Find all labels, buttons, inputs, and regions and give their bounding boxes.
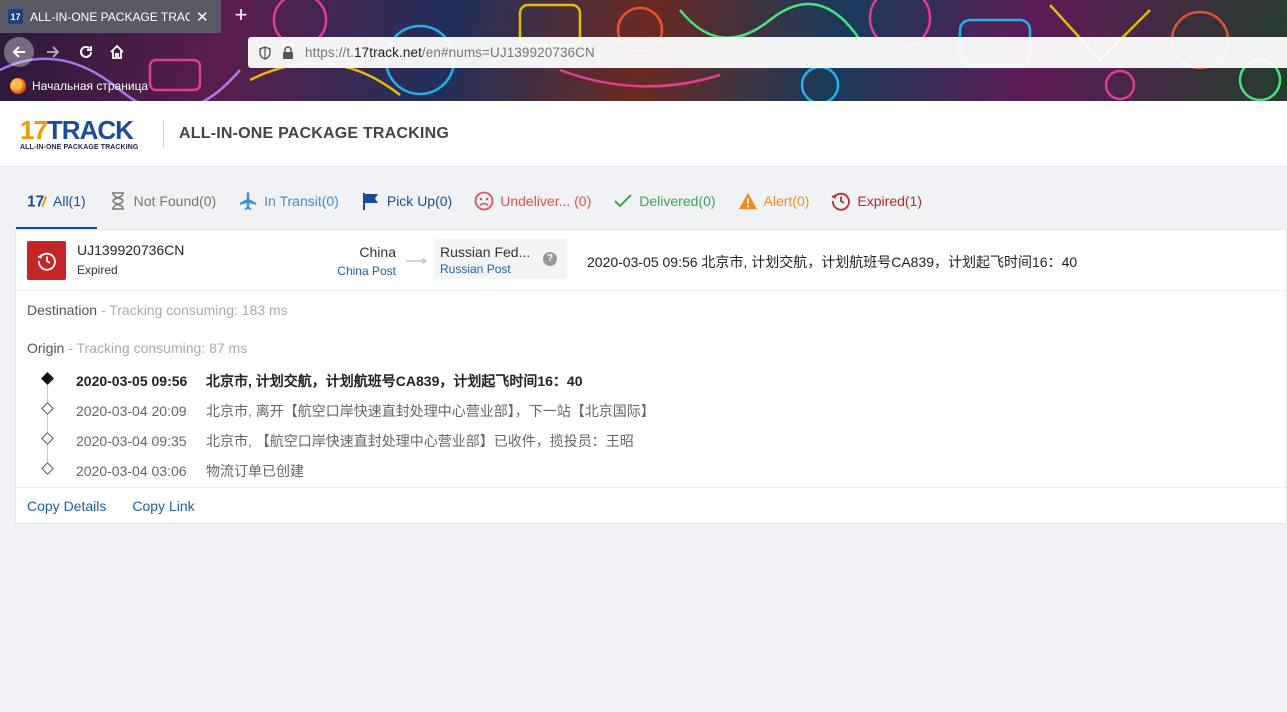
- lock-icon[interactable]: [282, 46, 294, 59]
- warning-icon: [738, 191, 758, 211]
- tab-alert[interactable]: Alert(0): [727, 172, 821, 229]
- page-title: ALL-IN-ONE PACKAGE TRACKING: [179, 125, 449, 142]
- tracking-number[interactable]: UJ139920736CN: [77, 242, 184, 258]
- bookmark-home-page[interactable]: Начальная страница: [32, 79, 148, 93]
- airplane-icon: [238, 191, 258, 211]
- tracking-summary-row[interactable]: UJ139920736CN Expired China China Post R…: [16, 230, 1287, 291]
- event-timeline: 2020-03-05 09:56 北京市, 计划交航，计划航班号CA839，计划…: [16, 366, 1287, 486]
- origin-info: China China Post: [316, 244, 396, 278]
- back-button[interactable]: [4, 37, 34, 67]
- timeline-dot-icon: [41, 372, 54, 385]
- origin-label: Origin: [27, 340, 65, 356]
- tab-title: ALL-IN-ONE PACKAGE TRACK: [30, 9, 190, 24]
- card-actions: Copy Details Copy Link: [16, 487, 1286, 524]
- shield-icon[interactable]: [258, 45, 272, 60]
- tab-expired-label: Expired(1): [857, 192, 923, 209]
- favicon-17track-icon: 17: [8, 9, 23, 24]
- timeline-dot-icon: [41, 462, 54, 475]
- timeline-dot-icon: [41, 432, 54, 445]
- tab-pick-up[interactable]: Pick Up(0): [350, 172, 463, 229]
- tracking-result-card: UJ139920736CN Expired China China Post R…: [15, 229, 1287, 524]
- destination-consuming: - Tracking consuming: 183 ms: [97, 302, 288, 318]
- reload-button[interactable]: [71, 37, 101, 67]
- svg-text:17: 17: [27, 193, 44, 210]
- timeline-event: 2020-03-04 03:06 物流订单已创建: [16, 456, 1287, 486]
- tracking-status: Expired: [77, 263, 118, 277]
- timeline-dot-icon: [41, 402, 54, 415]
- destination-label: Destination: [27, 302, 98, 318]
- tab-delivered[interactable]: Delivered(0): [602, 172, 726, 229]
- event-datetime: 2020-03-04 03:06: [76, 463, 187, 479]
- address-bar[interactable]: https://t.17track.net/en#nums=UJ13992073…: [248, 37, 1287, 68]
- checkmark-icon: [613, 191, 633, 211]
- destination-carrier-link[interactable]: Russian Post: [440, 262, 561, 276]
- navigation-bar: https://t.17track.net/en#nums=UJ13992073…: [0, 36, 1287, 68]
- tab-not-found-label: Not Found(0): [133, 192, 217, 209]
- origin-section-header: Origin - Tracking consuming: 87 ms: [27, 340, 247, 356]
- sad-face-icon: [474, 191, 494, 211]
- tab-not-found[interactable]: Not Found(0): [97, 172, 227, 229]
- tab-in-transit[interactable]: In Transit(0): [227, 172, 350, 229]
- browser-chrome: 17 ALL-IN-ONE PACKAGE TRACK ✕ + https://…: [0, 0, 1287, 101]
- help-icon[interactable]: ?: [543, 252, 557, 266]
- copy-link-link[interactable]: Copy Link: [132, 498, 194, 514]
- header-divider: [163, 121, 164, 147]
- arrow-left-icon: [12, 46, 25, 58]
- home-button[interactable]: [102, 37, 132, 67]
- timeline-event: 2020-03-05 09:56 北京市, 计划交航，计划航班号CA839，计划…: [16, 366, 1287, 396]
- route-arrow-icon: [406, 258, 428, 264]
- logo-number: 17: [20, 115, 48, 145]
- tab-undelivered[interactable]: Undeliver... (0): [463, 172, 602, 229]
- tab-expired[interactable]: Expired(1): [820, 172, 933, 229]
- event-datetime: 2020-03-04 20:09: [76, 403, 187, 419]
- tab-delivered-label: Delivered(0): [639, 192, 716, 209]
- history-icon: [831, 191, 851, 211]
- tab-undelivered-label: Undeliver... (0): [500, 192, 592, 209]
- latest-event: 2020-03-05 09:56 北京市, 计划交航，计划航班号CA839，计划…: [587, 254, 1078, 270]
- origin-consuming: - Tracking consuming: 87 ms: [64, 340, 248, 356]
- close-tab-icon[interactable]: ✕: [196, 8, 209, 26]
- new-tab-button[interactable]: +: [230, 4, 252, 26]
- logo-word: TRACK: [46, 115, 134, 145]
- site-logo[interactable]: 17TRACK ALL-IN-ONE PACKAGE TRACKING: [20, 117, 150, 153]
- destination-info: Russian Fed... Russian Post ?: [434, 239, 567, 279]
- timeline-event: 2020-03-04 09:35 北京市, 【航空口岸快速直封处理中心营业部】已…: [16, 426, 1287, 456]
- bookmarks-bar: Начальная страница: [10, 78, 148, 94]
- home-icon: [110, 44, 124, 59]
- tab-in-transit-label: In Transit(0): [264, 192, 339, 209]
- tab-alert-label: Alert(0): [763, 192, 810, 209]
- origin-carrier-link[interactable]: China Post: [316, 264, 396, 278]
- event-datetime: 2020-03-05 09:56: [76, 373, 188, 389]
- browser-tab[interactable]: 17 ALL-IN-ONE PACKAGE TRACK ✕: [0, 0, 222, 33]
- tab-all[interactable]: 17 All(1): [16, 172, 97, 229]
- logo-tagline: ALL-IN-ONE PACKAGE TRACKING: [20, 144, 139, 151]
- event-description: 物流订单已创建: [206, 463, 304, 479]
- hourglass-icon: [108, 191, 128, 211]
- firefox-icon: [10, 78, 26, 94]
- event-description: 北京市, 离开【航空口岸快速直封处理中心营业部】，下一站【北京国际】: [206, 403, 655, 419]
- expired-status-icon: [27, 241, 66, 280]
- arrow-right-icon: [47, 46, 60, 58]
- timeline-event: 2020-03-04 20:09 北京市, 离开【航空口岸快速直封处理中心营业部…: [16, 396, 1287, 426]
- event-description: 北京市, 计划交航，计划航班号CA839，计划起飞时间16：40: [206, 373, 583, 389]
- site-header: 17TRACK ALL-IN-ONE PACKAGE TRACKING ALL-…: [0, 101, 1287, 167]
- destination-section-header: Destination - Tracking consuming: 183 ms: [27, 302, 288, 318]
- event-description: 北京市, 【航空口岸快速直封处理中心营业部】已收件，揽投员：王昭: [206, 433, 634, 449]
- forward-button[interactable]: [38, 37, 68, 67]
- tab-all-label: All(1): [53, 192, 86, 209]
- reload-icon: [80, 45, 92, 58]
- origin-country: China: [359, 244, 396, 260]
- status-filter-tabs: 17 All(1) Not Found(0) In Transit(0) Pic…: [16, 172, 1287, 229]
- 17-logo-icon: 17: [27, 191, 47, 211]
- tab-pick-up-label: Pick Up(0): [386, 192, 453, 209]
- copy-details-link[interactable]: Copy Details: [27, 498, 106, 514]
- event-datetime: 2020-03-04 09:35: [76, 433, 187, 449]
- url-text: https://t.17track.net/en#nums=UJ13992073…: [305, 45, 595, 60]
- flag-icon: [361, 191, 381, 211]
